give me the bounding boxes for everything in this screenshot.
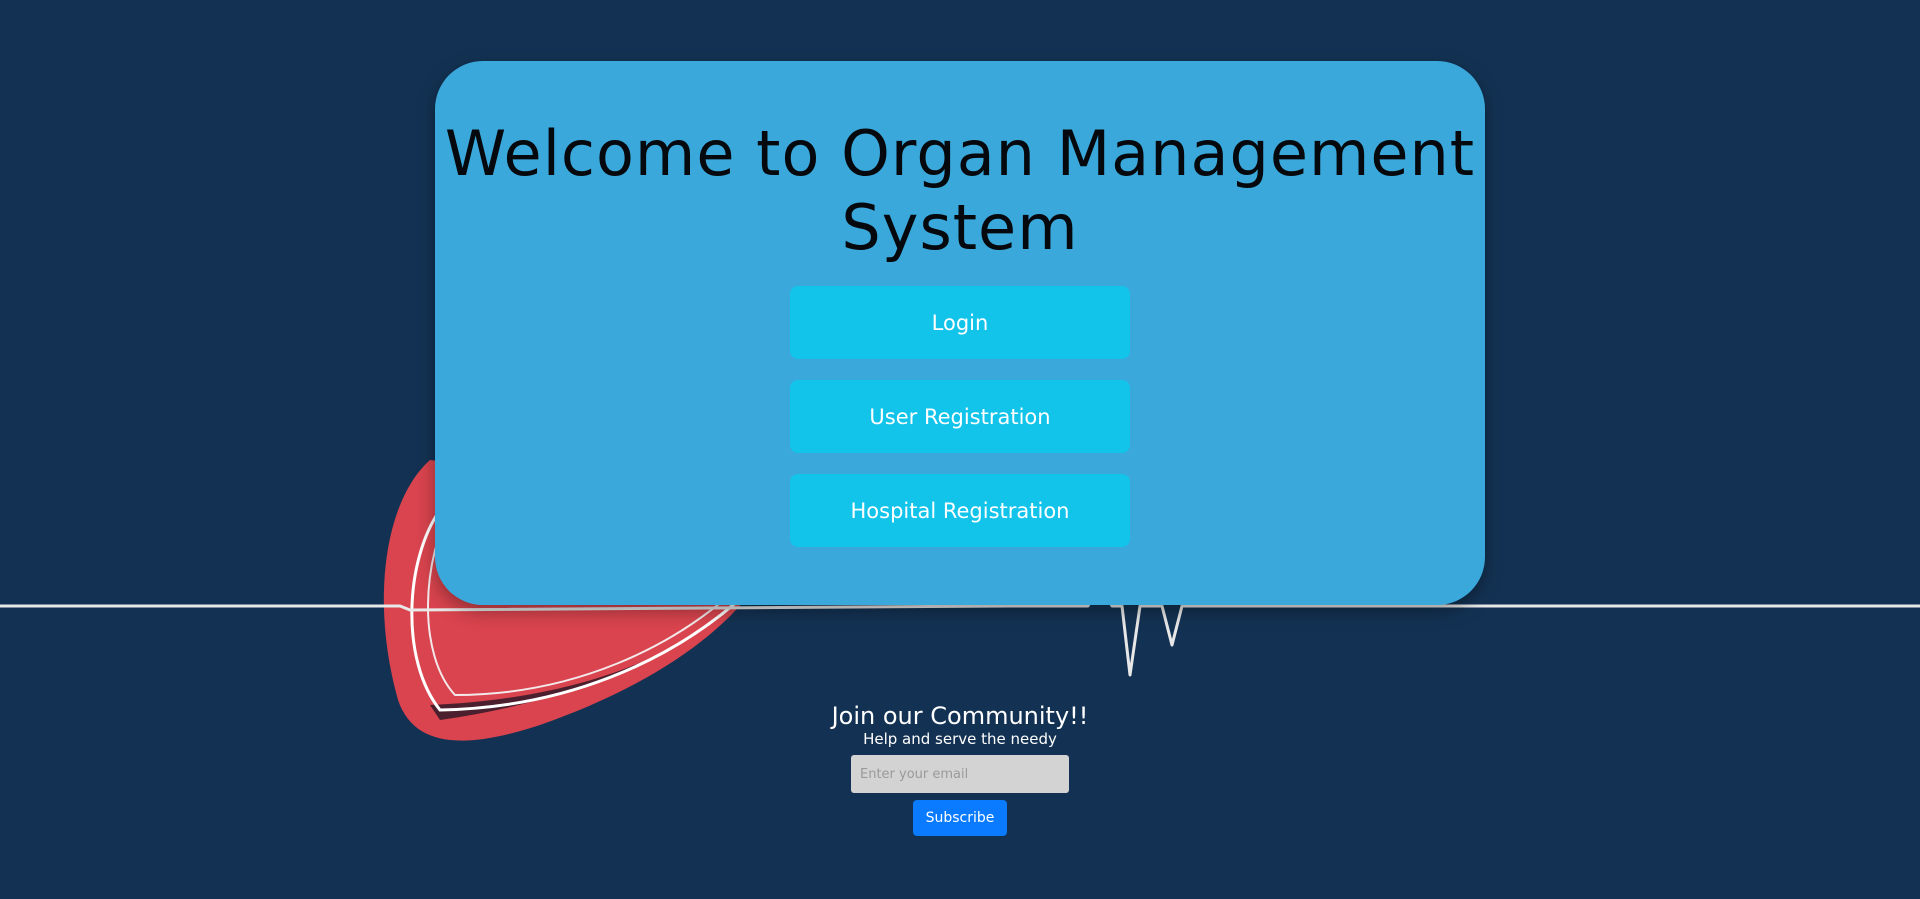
hospital-registration-button[interactable]: Hospital Registration bbox=[790, 474, 1130, 547]
page-title: Welcome to Organ Management System bbox=[444, 117, 1476, 264]
landing-page: Welcome to Organ Management System Login… bbox=[0, 0, 1920, 899]
community-title: Join our Community!! bbox=[831, 702, 1089, 730]
login-button[interactable]: Login bbox=[790, 286, 1130, 359]
welcome-card: Welcome to Organ Management System Login… bbox=[435, 61, 1485, 605]
email-input[interactable] bbox=[851, 755, 1069, 793]
user-registration-button[interactable]: User Registration bbox=[790, 380, 1130, 453]
community-subtitle: Help and serve the needy bbox=[863, 730, 1057, 748]
community-signup: Join our Community!! Help and serve the … bbox=[760, 700, 1160, 836]
subscribe-button[interactable]: Subscribe bbox=[913, 800, 1007, 836]
